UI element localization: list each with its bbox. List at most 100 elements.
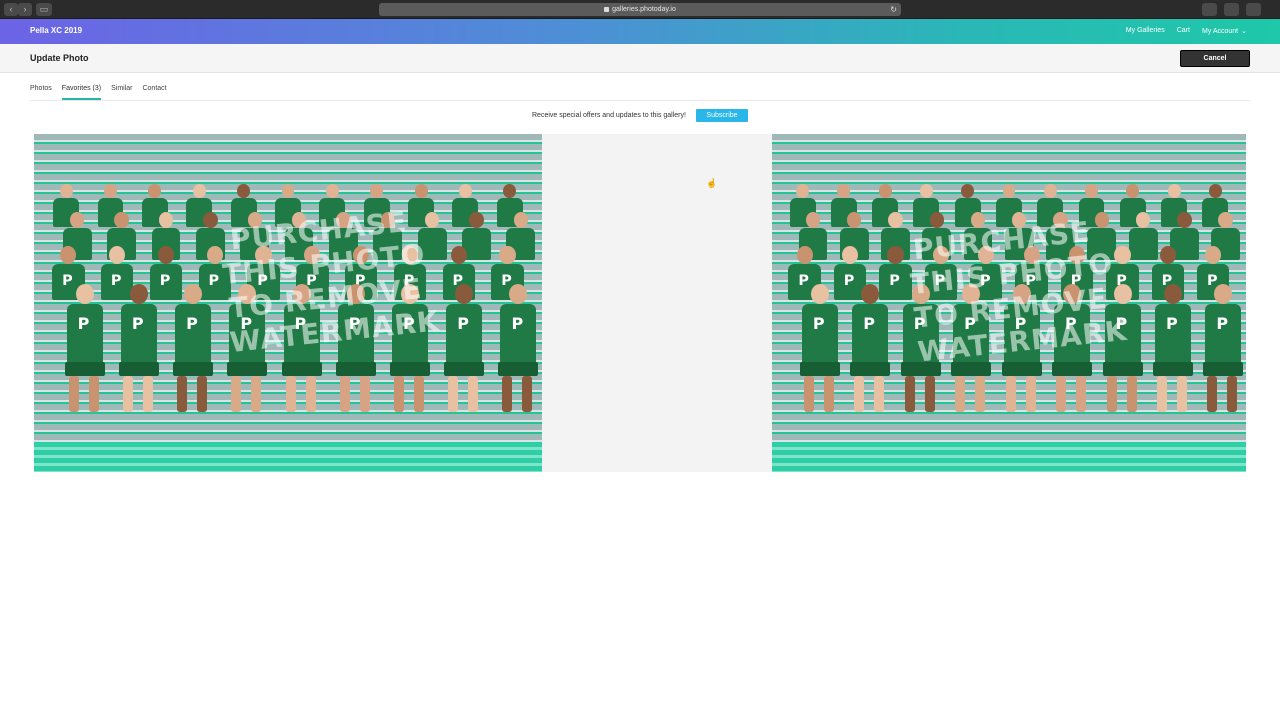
downloads-icon[interactable] [1202, 3, 1217, 16]
page-title: Update Photo [30, 53, 89, 63]
team-member-leg [522, 376, 533, 412]
team-member-head [184, 284, 203, 304]
team-member-head [237, 184, 251, 199]
jersey-letter: P [863, 314, 875, 333]
address-bar[interactable]: galleries.photoday.io ↻ [379, 3, 901, 16]
gallery-brand[interactable]: Pella XC 2019 [30, 26, 82, 35]
team-member-jersey [120, 304, 157, 364]
team-member-head [424, 212, 440, 228]
jersey-letter: P [62, 273, 73, 289]
team-member-leg [88, 376, 99, 412]
team-member-leg [197, 376, 208, 412]
site-header: Pella XC 2019 My Galleries Cart My Accou… [0, 19, 1280, 44]
team-member-shorts [64, 362, 105, 376]
team-member-jersey [446, 304, 483, 364]
team-member-leg [177, 376, 188, 412]
team-member-shorts [444, 362, 485, 376]
reload-icon[interactable]: ↻ [890, 3, 897, 16]
jersey-letter: P [110, 273, 122, 289]
team-member-head [503, 184, 517, 199]
team-member-leg [1056, 376, 1067, 412]
my-galleries-link[interactable]: My Galleries [1126, 27, 1165, 35]
bleachers-front [772, 442, 1246, 472]
team-member-head [1163, 284, 1182, 304]
team-member-leg [285, 376, 296, 412]
team-member-head [455, 284, 474, 304]
team-member-head [509, 284, 528, 304]
team-member-shorts [1203, 362, 1244, 376]
back-icon[interactable]: ‹ [4, 3, 18, 16]
team-member-leg [305, 376, 316, 412]
team-member-shorts [118, 362, 159, 376]
team-member-head [919, 184, 933, 199]
team-member-leg [823, 376, 834, 412]
team-member-shorts [1152, 362, 1193, 376]
team-member-leg [339, 376, 350, 412]
jersey-letter: P [131, 314, 144, 333]
team-member-leg [122, 376, 133, 412]
watermark: PURCHASE THIS PHOTO TO REMOVE WATERMARK [217, 204, 441, 360]
jersey-letter: P [798, 273, 809, 289]
team-member-jersey [500, 304, 537, 364]
forward-icon[interactable]: › [18, 3, 32, 16]
tab-photos[interactable]: Photos [30, 84, 52, 100]
team-member-head [513, 212, 529, 228]
team-member-leg [414, 376, 424, 412]
tab-contact[interactable]: Contact [142, 84, 166, 100]
subscribe-button[interactable]: Subscribe [696, 109, 748, 122]
team-member-leg [142, 376, 153, 412]
sidebar-icon[interactable]: ▭ [36, 3, 52, 16]
share-icon[interactable] [1224, 3, 1239, 16]
jersey-letter: P [159, 273, 171, 289]
team-member-head [1167, 184, 1181, 199]
team-member-leg [502, 376, 513, 412]
team-member-head [59, 184, 73, 199]
my-account-menu[interactable]: My Account ⌄ [1202, 27, 1247, 35]
team-member-leg [803, 376, 814, 412]
jersey-letter: P [77, 314, 90, 333]
team-member-shorts [390, 362, 430, 376]
team-photo-right[interactable]: PPPPPPPPPPPPPPPPPPP PURCHASE THIS PHOTO … [772, 134, 1246, 472]
team-member-jersey [175, 304, 212, 364]
team-member-head [1043, 184, 1057, 199]
team-photo-left[interactable]: PPPPPPPPPPPPPPPPPPP PURCHASE THIS PHOTO … [34, 134, 542, 472]
cancel-button[interactable]: Cancel [1180, 50, 1250, 67]
team-member-head [1085, 184, 1099, 199]
team-member-leg [1227, 376, 1238, 412]
team-member-leg [924, 376, 935, 412]
team-member-head [1113, 284, 1132, 304]
tab-similar[interactable]: Similar [111, 84, 132, 100]
team-member-head [1208, 184, 1222, 199]
team-member-leg [854, 376, 865, 412]
team-member-head [1114, 246, 1131, 264]
tab-favorites[interactable]: Favorites (3) [61, 84, 102, 100]
photo-placeholder [542, 134, 772, 472]
watermark: PURCHASE THIS PHOTO TO REMOVE WATERMARK [905, 214, 1129, 369]
team-member-head [1002, 184, 1016, 199]
team-member-head [1177, 212, 1192, 228]
team-member-head [469, 212, 484, 228]
lock-icon [604, 6, 610, 12]
team-member-head [837, 184, 851, 199]
team-member-leg [1207, 376, 1218, 412]
team-member-head [75, 284, 94, 304]
team-member-head [888, 212, 903, 228]
team-member-head [841, 246, 859, 264]
team-member-shorts [1001, 362, 1042, 376]
team-member-leg [1156, 376, 1167, 412]
team-member-leg [955, 376, 966, 412]
cart-link[interactable]: Cart [1177, 27, 1190, 35]
team-member-leg [874, 376, 885, 412]
team-member-head [157, 246, 175, 264]
team-member-head [796, 246, 813, 264]
team-member-head [810, 284, 829, 304]
team-member-shorts [1102, 362, 1143, 376]
team-member-shorts [1052, 362, 1093, 376]
jersey-letter: P [186, 314, 198, 333]
team-member-head [158, 212, 174, 228]
hand-cursor-icon: ☝ [706, 178, 718, 188]
team-member-shorts [850, 362, 891, 376]
team-member-leg [251, 376, 262, 412]
team-member-head [1218, 212, 1233, 228]
tabs-icon[interactable] [1246, 3, 1261, 16]
